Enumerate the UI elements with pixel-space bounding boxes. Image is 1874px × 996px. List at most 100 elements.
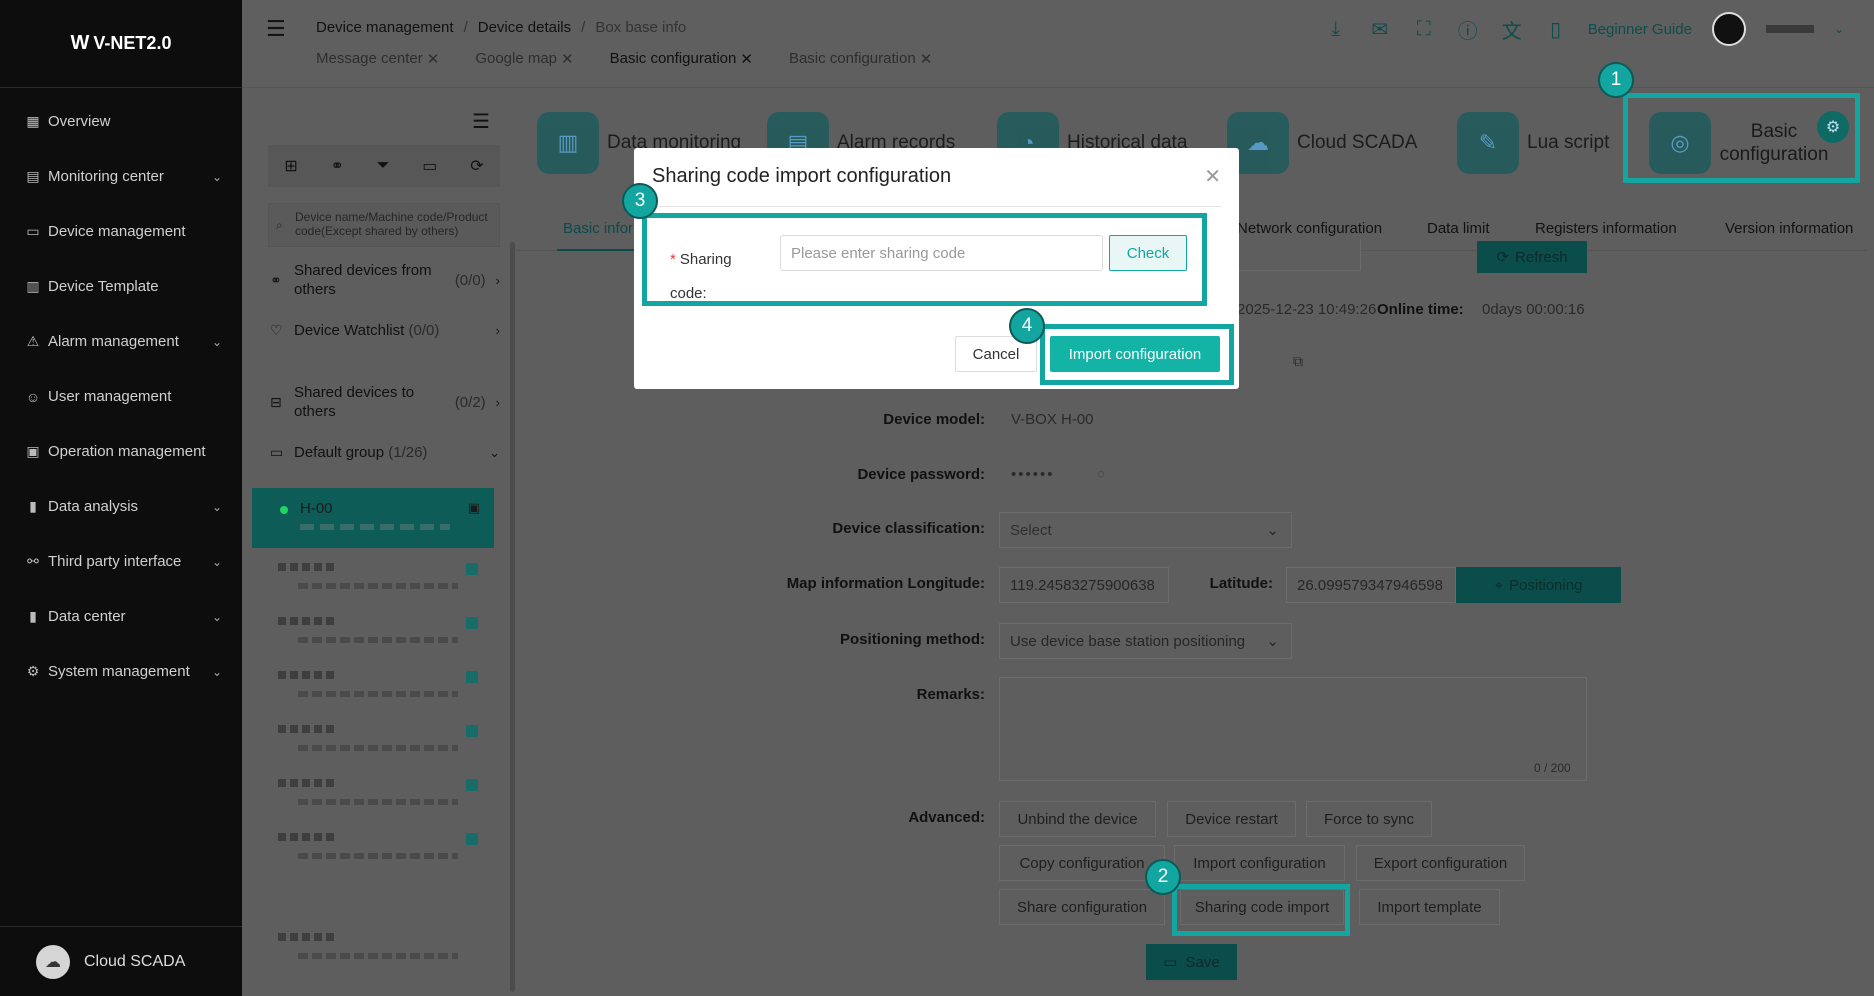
eye-slash-icon[interactable]: ◌ [1097, 466, 1105, 481]
sidebar-item-data-center[interactable]: ▮ Data center ⌄ [0, 589, 242, 644]
refresh-icon[interactable]: ⟳ [470, 156, 483, 176]
tab-registers-information[interactable]: Registers information [1535, 220, 1677, 237]
app-logo[interactable]: W V-NET2.0 [0, 0, 242, 88]
device-item-active[interactable]: H-00 ▣ [252, 488, 494, 548]
user-name-redacted[interactable] [1765, 25, 1814, 33]
import-configuration-button[interactable]: Import configuration [1174, 845, 1345, 881]
tab-version-information[interactable]: Version information [1725, 220, 1853, 237]
chevron-down-icon: ⌄ [211, 609, 222, 624]
import-template-button[interactable]: Import template [1359, 889, 1500, 925]
list-item[interactable] [278, 671, 478, 701]
help-book-icon[interactable]: ▯ [1544, 17, 1568, 42]
sidebar-item-overview[interactable]: ▦ Overview [0, 94, 242, 149]
breadcrumb-device-management[interactable]: Device management [316, 19, 454, 36]
method-value: Use device base station positioning [1010, 632, 1246, 650]
list-item[interactable] [278, 933, 478, 963]
positioning-label: Positioning [1509, 576, 1583, 594]
device-list-scrollbar[interactable] [510, 242, 515, 992]
share-configuration-button[interactable]: Share configuration [999, 889, 1165, 925]
shared-from-count: (0/0) [454, 271, 486, 289]
calendar-icon[interactable]: ▣ [468, 500, 480, 516]
sidebar-menu: ▦ Overview ▤ Monitoring center ⌄ ▭ Device mana… [0, 88, 242, 699]
beginner-guide-link[interactable]: Beginner Guide [1588, 21, 1692, 38]
unbind-device-button[interactable]: Unbind the device [999, 801, 1156, 837]
sidebar-item-third-party-interface[interactable]: ⚯ Third party interface ⌄ [0, 534, 242, 589]
avatar[interactable] [1711, 12, 1746, 46]
positioning-button[interactable]: ⌖ Positioning [1456, 567, 1621, 603]
chevron-down-icon: ⌄ [1266, 633, 1279, 650]
shared-from-others[interactable]: ⚭ Shared devices from others (0/0) › [270, 261, 500, 299]
copy-icon[interactable]: ⧉ [1293, 353, 1303, 370]
tab-network-configuration[interactable]: Network configuration [1237, 220, 1382, 237]
positioning-method-select[interactable]: Use device base station positioning ⌄ [999, 623, 1292, 659]
device-classification-select[interactable]: Select ⌄ [999, 512, 1292, 548]
list-item[interactable] [278, 563, 478, 593]
share-icon: ⚭ [270, 271, 282, 288]
remarks-textarea[interactable] [999, 677, 1587, 781]
list-item[interactable] [278, 617, 478, 647]
close-icon[interactable]: ✕ [1204, 164, 1221, 189]
share-icon[interactable]: ⚭ [331, 156, 344, 176]
close-icon[interactable]: ✕ [740, 50, 753, 68]
online-time-value: 0days 00:00:16 [1482, 301, 1585, 318]
latitude-input[interactable]: 26.099579347946598 [1286, 567, 1456, 603]
sidebar-item-label: Data analysis [48, 498, 139, 515]
tab-basic-information[interactable]: Basic infor [563, 220, 633, 237]
device-classification-label: Device classification: [832, 520, 985, 537]
device-watchlist[interactable]: ♡ Device Watchlist (0/0) › [270, 321, 500, 340]
close-icon[interactable]: ✕ [561, 50, 574, 68]
export-configuration-button[interactable]: Export configuration [1356, 845, 1525, 881]
sidebar-item-system-management[interactable]: ⚙ System management ⌄ [0, 644, 242, 699]
translate-icon[interactable]: 文 [1500, 15, 1524, 44]
tab-message-center[interactable]: Message center ✕ [298, 50, 457, 68]
collapse-menu-icon[interactable]: ☰ [472, 109, 490, 134]
save-button[interactable]: ▭ Save [1146, 944, 1237, 980]
sidebar-item-user-management[interactable]: ☺ User management [0, 369, 242, 424]
message-icon[interactable]: ✉ [1368, 17, 1392, 42]
list-item[interactable] [278, 725, 478, 755]
advanced-label: Advanced: [908, 809, 985, 826]
device-restart-button[interactable]: Device restart [1167, 801, 1296, 837]
tab-label: Basic configuration [788, 50, 916, 67]
sidebar-footer-cloud-scada[interactable]: ☁ Cloud SCADA [0, 926, 242, 996]
add-icon[interactable]: ⊞ [284, 156, 297, 176]
shared-to-others[interactable]: ⊟ Shared devices to others (0/2) › [270, 383, 500, 421]
sidebar-item-monitoring-center[interactable]: ▤ Monitoring center ⌄ [0, 149, 242, 204]
sidebar-item-label: Data center [48, 608, 126, 625]
folder-icon[interactable]: ▭ [422, 156, 437, 176]
close-icon[interactable]: ✕ [920, 50, 933, 68]
list-item[interactable] [278, 779, 478, 809]
lua-script-icon: ✎ [1457, 112, 1519, 174]
force-sync-button[interactable]: Force to sync [1306, 801, 1432, 837]
tab-data-limit[interactable]: Data limit [1427, 220, 1490, 237]
filter-icon[interactable]: ⏷ [377, 157, 390, 175]
active-tab-underline [557, 249, 637, 251]
default-group[interactable]: ▭ Default group (1/26) ⌄ [270, 443, 500, 462]
tab-google-map[interactable]: Google map ✕ [457, 50, 591, 68]
close-icon[interactable]: ✕ [427, 50, 440, 68]
sidebar-item-operation-management[interactable]: ▣ Operation management [0, 424, 242, 479]
longitude-input[interactable]: 119.24583275900638 [999, 567, 1169, 603]
breadcrumb-separator: / [581, 19, 586, 36]
remarks-counter: 0 / 200 [1534, 761, 1571, 775]
refresh-button[interactable]: ⟳ Refresh [1477, 241, 1587, 273]
feature-cloud-scada[interactable]: ☁ Cloud SCADA [1207, 97, 1437, 189]
fullscreen-icon[interactable]: ⛶ [1412, 18, 1436, 41]
sidebar-item-alarm-management[interactable]: ⚠ Alarm management ⌄ [0, 314, 242, 369]
breadcrumb-device-details[interactable]: Device details [478, 19, 571, 36]
sidebar-item-device-template[interactable]: ▥ Device Template [0, 259, 242, 314]
hamburger-menu-icon[interactable]: ☰ [266, 16, 286, 42]
download-icon[interactable]: ⤓ [1324, 18, 1348, 41]
chevron-down-icon: ⌄ [211, 334, 222, 349]
gift-icon: ⊟ [270, 393, 282, 410]
sidebar-item-device-management[interactable]: ▭ Device management [0, 204, 242, 259]
copy-configuration-button[interactable]: Copy configuration [999, 845, 1165, 881]
info-icon[interactable]: ⓘ [1456, 15, 1480, 44]
device-search-input[interactable]: ⌕ Device name/Machine code/Product code(… [268, 203, 500, 247]
tab-basic-configuration[interactable]: Basic configuration ✕ [771, 50, 950, 68]
tab-basic-configuration-active[interactable]: Basic configuration ✕ [592, 50, 771, 68]
list-item[interactable] [278, 833, 478, 863]
step-badge-1: 1 [1598, 62, 1634, 98]
chevron-down-icon[interactable]: ⌄ [1834, 22, 1844, 36]
sidebar-item-data-analysis[interactable]: ▮ Data analysis ⌄ [0, 479, 242, 534]
